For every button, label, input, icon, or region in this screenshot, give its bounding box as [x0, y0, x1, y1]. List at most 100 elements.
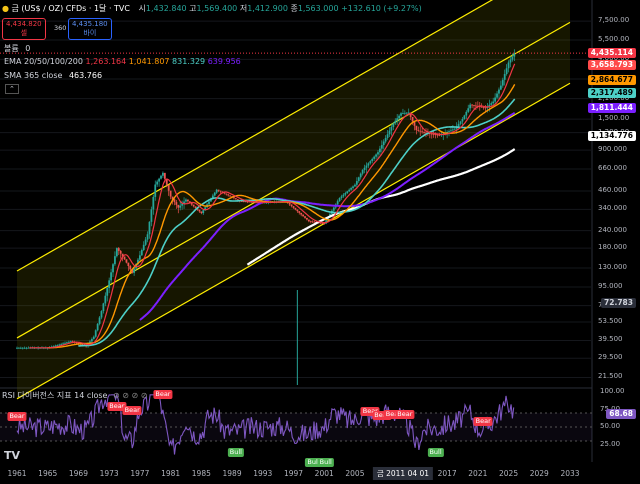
candle-body: [98, 317, 101, 324]
buy-button[interactable]: 4,435.180 바이: [68, 18, 112, 40]
candle-body: [461, 119, 464, 122]
bear-divergence-tag: Bear: [122, 406, 142, 415]
candle-body: [119, 250, 122, 254]
candle-body: [16, 347, 18, 349]
time-axis-tick: 1961: [7, 469, 27, 478]
candle-body: [158, 178, 160, 182]
sell-button[interactable]: 4,434.820 셀: [2, 18, 46, 40]
candle-body: [398, 115, 401, 119]
candle-body: [142, 244, 145, 251]
candle-body: [67, 341, 70, 343]
candle-body: [434, 134, 437, 136]
candle-body: [400, 113, 402, 116]
candle-body: [411, 116, 414, 122]
tradingview-logo: TV: [4, 449, 21, 462]
candle-body: [430, 133, 433, 135]
time-axis-tick: 2005: [345, 469, 365, 478]
candle-body: [110, 272, 112, 281]
candle-body: [503, 74, 506, 80]
candle-body: [234, 198, 237, 200]
candle-body: [304, 216, 306, 218]
candle-body: [96, 323, 99, 331]
candle-body: [432, 133, 435, 135]
candle-body: [217, 189, 220, 191]
candle-body: [490, 103, 493, 105]
candle-body: [463, 115, 466, 120]
time-axis-tick: 2001: [314, 469, 334, 478]
candle-body: [336, 201, 339, 205]
candle-body: [156, 181, 159, 185]
candle-body: [394, 120, 397, 124]
candle-body: [162, 172, 164, 176]
visibility-icons[interactable]: ⊘ ⊘ ⊘ ⊘: [113, 391, 147, 400]
candle-body: [148, 221, 151, 235]
candle-body: [64, 342, 66, 344]
time-axis-tick: 1965: [38, 469, 58, 478]
candle-body: [417, 130, 420, 131]
candle-body: [350, 188, 353, 190]
candle-body: [54, 345, 57, 347]
time-axis-tick: 1977: [130, 469, 150, 478]
candle-body: [357, 177, 360, 182]
volume-legend[interactable]: 볼륨 0: [4, 43, 30, 54]
candle-body: [90, 339, 93, 342]
ema-legend[interactable]: EMA 20/50/100/200 1,263.164 1,041.807 83…: [4, 57, 241, 66]
time-axis-tick: 2025: [499, 469, 519, 478]
rsi-legend[interactable]: RSI 다이버전스 지표 14 close ⊘ ⊘ ⊘ ⊘: [2, 390, 147, 401]
price-axis-tick: 1,500.00: [598, 114, 630, 123]
candle-body: [361, 169, 364, 174]
price-axis-tick: 130.000: [598, 262, 627, 271]
candle-body: [386, 134, 389, 138]
price-axis-tick: 7,500.00: [598, 16, 630, 25]
price-label: 3,658.793: [587, 59, 636, 70]
open-value: 1,432.840: [145, 4, 187, 13]
candle-body: [127, 262, 130, 267]
candle-body: [307, 219, 310, 222]
bull-divergence-tag: Bull: [427, 448, 444, 457]
rsi-axis-tick: 25.00: [600, 439, 621, 448]
candle-body: [146, 234, 149, 240]
candle-body: [177, 204, 180, 208]
candle-body: [421, 131, 424, 133]
high-value: 1,569.400: [196, 4, 238, 13]
time-axis-tick: 1997: [283, 469, 304, 478]
time-axis-tick: 1969: [68, 469, 88, 478]
candle-body: [459, 121, 462, 124]
candle-body: [302, 214, 305, 217]
candle-body: [173, 199, 176, 203]
candle-body: [352, 186, 354, 189]
bear-divergence-tag: Bear: [395, 410, 415, 419]
sma-legend[interactable]: SMA 365 close 463.766: [4, 71, 102, 80]
collapse-legend-button[interactable]: ⌃: [5, 84, 19, 94]
price-label: 2,864.677: [587, 74, 636, 85]
price-axis-tick: 29.500: [598, 353, 623, 362]
price-label: 4,435.114: [587, 48, 636, 59]
candle-body: [384, 137, 387, 142]
candle-body: [365, 165, 368, 168]
candle-body: [453, 128, 456, 130]
candle-body: [375, 154, 377, 157]
symbol-title[interactable]: 금 (US$ / OZ) CFDs · 1달 · TVC: [12, 4, 130, 13]
candle-body: [338, 198, 341, 202]
candle-body: [23, 347, 26, 349]
candle-body: [509, 59, 512, 63]
candle-body: [125, 259, 128, 263]
candle-body: [494, 97, 497, 102]
candle-body: [377, 152, 379, 155]
candle-body: [198, 209, 201, 212]
candle-body: [300, 212, 303, 215]
candle-body: [369, 161, 372, 164]
price-label: 1,811.444: [587, 102, 636, 113]
candle-body: [499, 85, 502, 90]
candle-body: [382, 141, 385, 146]
candle-body: [367, 163, 370, 166]
candle-body: [202, 210, 205, 214]
candle-body: [363, 167, 366, 170]
candle-body: [244, 201, 247, 203]
chevron-up-icon: ⌃: [9, 85, 15, 93]
candle-body: [296, 209, 299, 212]
candle-body: [450, 130, 452, 132]
candle-body: [415, 125, 418, 131]
candle-body: [471, 104, 473, 106]
candle-body: [66, 342, 68, 344]
